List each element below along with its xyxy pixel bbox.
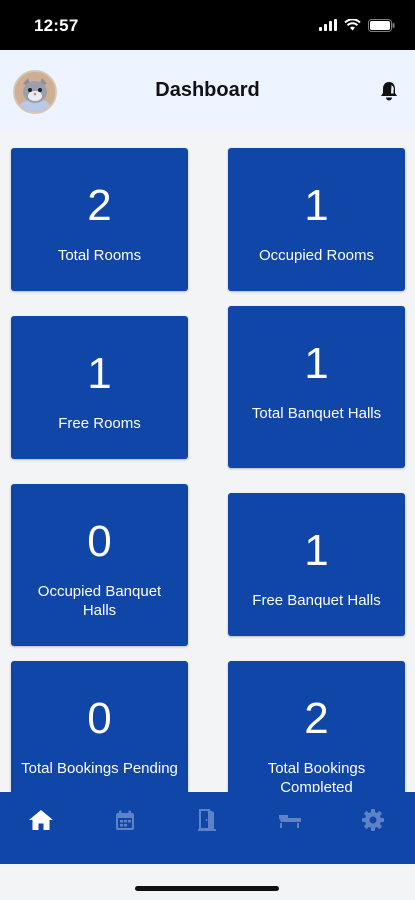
bottom-nav: [0, 792, 415, 864]
card-value: 1: [304, 526, 329, 575]
nav-banquet[interactable]: [270, 800, 310, 840]
card-label: Total Rooms: [57, 247, 142, 264]
app-header: Dashboard: [0, 50, 415, 130]
signal-icon: [319, 19, 337, 31]
gear-icon: [362, 809, 384, 831]
card-value: 1: [304, 339, 329, 388]
card-occupied-banquet-halls[interactable]: 0 Occupied Banquet Halls: [11, 484, 188, 646]
card-total-rooms[interactable]: 2 Total Rooms: [11, 148, 188, 291]
battery-icon: [368, 18, 395, 32]
status-bar: 12:57: [0, 0, 415, 50]
status-time: 12:57: [34, 16, 79, 35]
card-label: Occupied Banquet Halls: [37, 583, 162, 619]
card-value: 1: [304, 181, 329, 230]
status-icons: [319, 17, 395, 33]
card-value: 2: [304, 694, 329, 743]
card-total-bookings-pending[interactable]: 0 Total Bookings Pending: [11, 661, 188, 792]
bell-icon[interactable]: [379, 80, 399, 102]
card-label: Free Banquet Halls: [252, 592, 381, 609]
nav-calendar[interactable]: [105, 800, 145, 840]
card-value: 2: [87, 181, 112, 230]
nav-settings[interactable]: [353, 800, 393, 840]
banquet-icon: [279, 815, 301, 828]
card-value: 0: [87, 694, 112, 743]
nav-home[interactable]: [21, 800, 61, 840]
card-free-rooms[interactable]: 1 Free Rooms: [11, 316, 188, 459]
card-value: 1: [87, 349, 112, 398]
home-indicator-area: [0, 864, 415, 900]
card-total-banquet-halls[interactable]: 1 Total Banquet Halls: [228, 306, 405, 468]
stats-grid: 2 Total Rooms 1 Occupied Rooms 1 Free Ro…: [0, 130, 415, 792]
calendar-icon: [116, 810, 134, 830]
card-label: Occupied Rooms: [258, 247, 375, 264]
card-free-banquet-halls[interactable]: 1 Free Banquet Halls: [228, 493, 405, 636]
card-label: Total Banquet Halls: [251, 405, 382, 422]
card-label: Total Bookings Pending: [21, 760, 178, 777]
page-title: Dashboard: [155, 79, 260, 101]
card-total-bookings-completed[interactable]: 2 Total Bookings Completed: [228, 661, 405, 792]
home-icon: [29, 810, 53, 830]
card-label: Free Rooms: [58, 415, 141, 432]
nav-rooms[interactable]: [187, 800, 227, 840]
card-occupied-rooms[interactable]: 1 Occupied Rooms: [228, 148, 405, 291]
card-value: 0: [87, 517, 112, 566]
wifi-icon: [344, 19, 361, 31]
door-icon: [198, 809, 216, 831]
home-indicator[interactable]: [135, 886, 279, 891]
card-label: Total Bookings Completed: [267, 760, 366, 792]
